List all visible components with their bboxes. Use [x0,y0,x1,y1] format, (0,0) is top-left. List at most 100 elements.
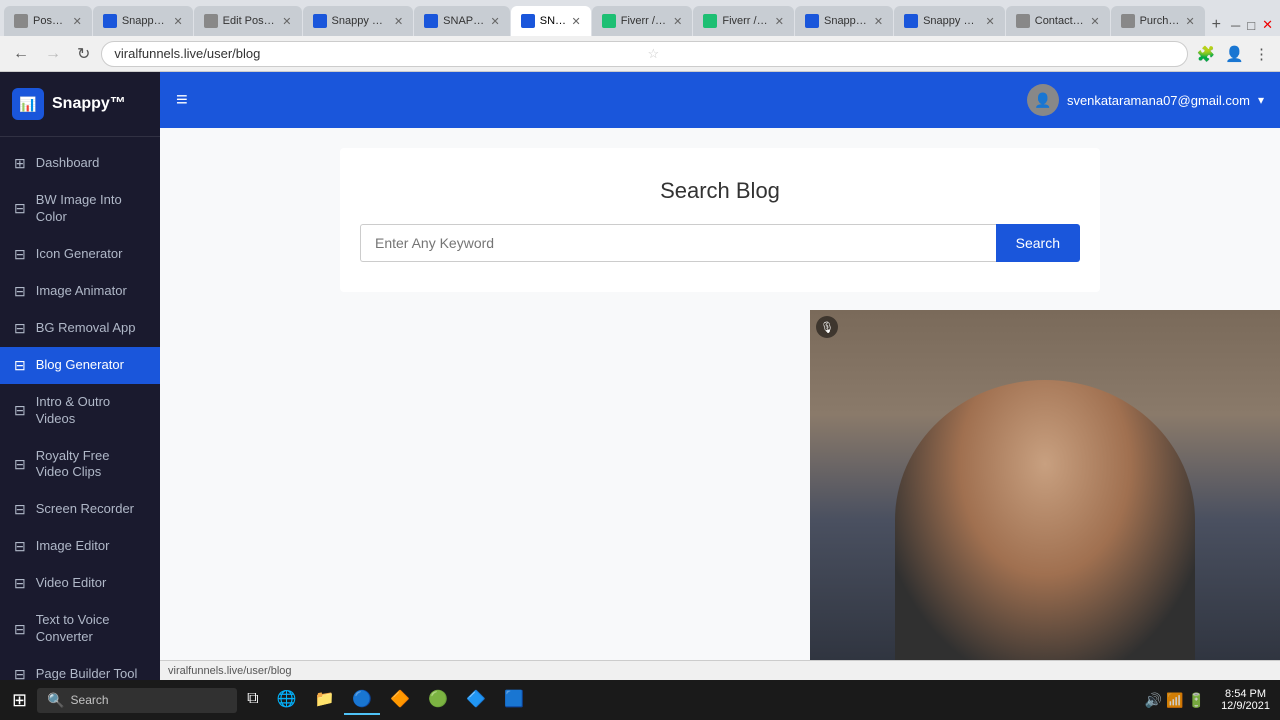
minimize-button[interactable]: ─ [1228,15,1243,36]
sidebar-item-image-editor[interactable]: ⊟Image Editor [0,528,160,565]
browser-tab-t4[interactable]: Snappy Review, De... ✕ [303,6,414,36]
user-area[interactable]: 👤 svenkataramana07@gmail.com ▾ [1027,84,1264,116]
video-control-icon: 🎙 [816,316,838,338]
tray-icon-1: 🔊 [1145,692,1162,709]
tab-close-t6[interactable]: ✕ [572,15,581,28]
start-button[interactable]: ⊞ [4,686,35,715]
sidebar-item-icon-blog-generator: ⊟ [14,357,26,374]
close-button[interactable]: ✕ [1259,14,1276,36]
address-bar[interactable]: viralfunnels.live/user/blog ☆ [101,41,1187,67]
tab-title-t12: Purchases | W... [1140,15,1181,27]
sidebar-item-icon-gen[interactable]: ⊟ Icon Generator [0,236,160,273]
taskbar-search-placeholder: Search [71,693,109,707]
tab-close-t11[interactable]: ✕ [1090,15,1099,28]
browser-tab-t9[interactable]: Snappy - JV Inv...✕ [795,6,893,36]
sidebar-item-intro-outro[interactable]: ⊟ Intro & Outro Videos [0,384,160,438]
sidebar-item-icon-dashboard: ⊞ [14,155,26,172]
browser-tab-t3[interactable]: Edit Post - Art of M... ✕ [194,6,302,36]
sidebar-item-royalty-video[interactable]: ⊟Royalty Free Video Clips [0,438,160,492]
browser-tab-t8[interactable]: Fiverr / Search F...✕ [693,6,794,36]
taskbar-app1[interactable]: 🔶 [382,685,418,715]
extensions-button[interactable]: 🧩 [1194,42,1219,66]
taskbar-app4[interactable]: 🟦 [496,685,532,715]
tab-title-t3: Edit Post - Art of M... [223,15,278,27]
hamburger-button[interactable]: ≡ [176,89,188,112]
tab-close-t10[interactable]: ✕ [986,15,995,28]
sidebar-item-label-icon-gen: Icon Generator [36,246,123,263]
sidebar-item-screen-recorder[interactable]: ⊟ Screen Recorder [0,491,160,528]
tab-favicon-t6 [521,14,535,28]
tab-close-t1[interactable]: ✕ [73,15,82,28]
tab-favicon-t2 [103,14,117,28]
tab-close-t3[interactable]: ✕ [282,15,291,28]
sidebar-item-icon-icon-gen: ⊟ [14,246,26,263]
sidebar-item-icon-screen-recorder: ⊟ [14,501,26,518]
sidebar-item-video-editor[interactable]: ⊟Video Editor [0,565,160,602]
tab-favicon-t4 [313,14,327,28]
search-blog-card: Search Blog Search [340,148,1100,292]
sidebar-item-icon-image-editor: ⊟ [14,538,26,555]
more-menu-button[interactable]: ⋮ [1251,42,1272,66]
sidebar-item-text-to-voice[interactable]: ⊟Text to Voice Converter [0,602,160,656]
browser-tab-t5[interactable]: SNAPPY | Soft... ✕ [414,6,510,36]
browser-tab-t7[interactable]: Fiverr / Search F...✕ [592,6,693,36]
taskbar-search-icon: 🔍 [47,692,64,709]
taskbar-edge[interactable]: 🌐 [269,685,305,715]
search-button[interactable]: Search [996,224,1080,262]
sidebar-item-dashboard[interactable]: ⊞ Dashboard [0,145,160,182]
sidebar-item-bg-removal[interactable]: ⊟BG Removal App [0,310,160,347]
tab-favicon-t8 [703,14,717,28]
tab-favicon-t7 [602,14,616,28]
taskbar-taskview[interactable]: ⧉ [239,686,266,714]
sidebar-item-icon-intro-outro: ⊟ [14,402,26,419]
nav-bar: ← → ↻ viralfunnels.live/user/blog ☆ 🧩 👤 … [0,36,1280,72]
sidebar-item-icon-bw-image: ⊟ [14,200,26,217]
sidebar-item-page-builder[interactable]: ⊟Page Builder Tool [0,656,160,680]
tab-title-t5: SNAPPY | Soft... [443,15,485,27]
sidebar-item-label-intro-outro: Intro & Outro Videos [36,394,146,428]
tab-favicon-t3 [204,14,218,28]
user-email: svenkataramana07@gmail.com [1067,93,1250,108]
search-row: Search [360,224,1080,262]
address-text: viralfunnels.live/user/blog [114,46,641,61]
browser-tab-t6[interactable]: SNAPPY✕ [511,6,591,36]
sidebar-item-blog-generator[interactable]: ⊟Blog Generator [0,347,160,384]
tab-close-t9[interactable]: ✕ [874,15,883,28]
browser-tab-t10[interactable]: Snappy Review, De...✕ [894,6,1005,36]
taskbar-app2[interactable]: 🟢 [420,685,456,715]
browser-tab-t12[interactable]: Purchases | W... ✕ [1111,6,1205,36]
app-container: 📊 Snappy™ ⊞Dashboard⊟BW Image Into Color… [0,72,1280,680]
browser-tab-t2[interactable]: Snappy - JV DO... ✕ [93,6,193,36]
tab-title-t2: Snappy - JV DO... [122,15,169,27]
tab-close-t7[interactable]: ✕ [673,15,682,28]
sidebar-item-label-screen-recorder: Screen Recorder [36,501,134,518]
sidebar-item-bw-image[interactable]: ⊟BW Image Into Color [0,182,160,236]
tab-close-t5[interactable]: ✕ [491,15,500,28]
tab-title-t4: Snappy Review, De... [332,15,389,27]
taskbar-clock[interactable]: 8:54 PM 12/9/2021 [1215,688,1276,712]
tab-close-t8[interactable]: ✕ [775,15,784,28]
tab-close-t12[interactable]: ✕ [1185,15,1194,28]
search-input[interactable] [360,224,996,262]
tray-icon-2: 📶 [1166,692,1183,709]
sidebar-item-label-dashboard: Dashboard [36,155,100,172]
new-tab-button[interactable]: + [1206,14,1227,36]
taskbar-explorer[interactable]: 📁 [306,685,342,715]
tab-close-t4[interactable]: ✕ [394,15,403,28]
taskbar-app3[interactable]: 🔷 [458,685,494,715]
sidebar-item-image-animator[interactable]: ⊟Image Animator [0,273,160,310]
back-button[interactable]: ← [8,41,34,67]
sidebar-nav: ⊞Dashboard⊟BW Image Into Color⊟Icon Gene… [0,137,160,680]
reload-button[interactable]: ↻ [72,40,95,68]
tab-close-t2[interactable]: ✕ [173,15,182,28]
browser-tab-t11[interactable]: Contact - Art of M...✕ [1006,6,1110,36]
bookmark-icon[interactable]: ☆ [648,46,1175,62]
taskbar-chrome[interactable]: 🔵 [344,685,380,715]
sidebar-item-icon-image-animator: ⊟ [14,283,26,300]
browser-tab-t1[interactable]: Pospieszalki...✕ [4,6,92,36]
sidebar-item-icon-royalty-video: ⊟ [14,456,26,473]
profile-button[interactable]: 👤 [1222,42,1247,66]
maximize-button[interactable]: □ [1244,15,1258,36]
taskbar-search[interactable]: 🔍 Search [37,688,237,713]
forward-button[interactable]: → [40,41,66,67]
